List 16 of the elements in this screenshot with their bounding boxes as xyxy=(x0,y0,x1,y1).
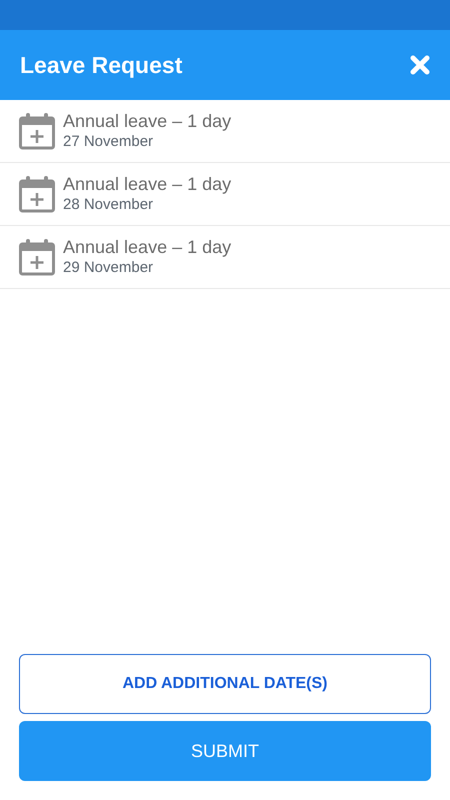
leave-type: Annual leave – 1 day xyxy=(63,110,232,132)
leave-item[interactable]: Annual leave – 1 day 28 November xyxy=(0,163,450,226)
leave-item[interactable]: Annual leave – 1 day 27 November xyxy=(0,100,450,163)
calendar-add-icon xyxy=(19,175,55,213)
submit-button[interactable]: SUBMIT xyxy=(19,721,431,781)
leave-date: 29 November xyxy=(63,258,154,278)
close-button[interactable] xyxy=(410,55,430,75)
add-dates-button[interactable]: ADD ADDITIONAL DATE(S) xyxy=(19,654,431,714)
leave-item[interactable]: Annual leave – 1 day 29 November xyxy=(0,226,450,289)
leave-date: 28 November xyxy=(63,195,154,215)
leave-date: 27 November xyxy=(63,132,154,152)
calendar-add-icon xyxy=(19,238,55,276)
screen-title: Leave Request xyxy=(20,50,182,80)
calendar-add-icon xyxy=(19,112,55,150)
leave-type: Annual leave – 1 day xyxy=(63,236,232,258)
leave-type: Annual leave – 1 day xyxy=(63,173,232,195)
